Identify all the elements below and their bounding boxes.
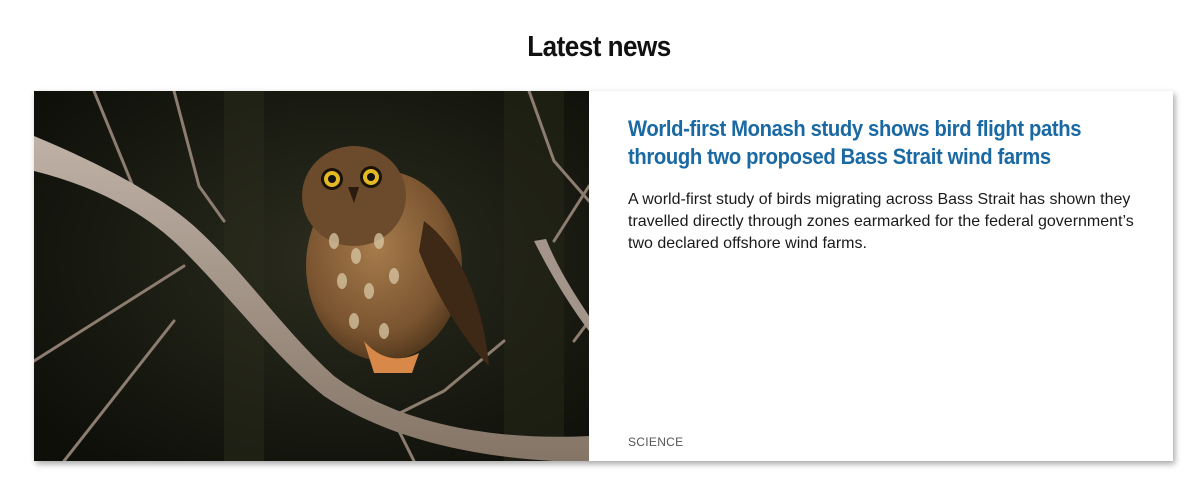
owl-photo (34, 91, 589, 461)
article-image[interactable] (34, 91, 589, 461)
article-body: World-first Monash study shows bird flig… (628, 91, 1148, 461)
section-title: Latest news (527, 31, 671, 64)
article-headline[interactable]: World-first Monash study shows bird flig… (628, 115, 1106, 171)
article-summary: A world-first study of birds migrating a… (628, 191, 1134, 252)
category-label[interactable]: SCIENCE (628, 435, 683, 449)
news-card[interactable]: World-first Monash study shows bird flig… (34, 91, 1173, 461)
